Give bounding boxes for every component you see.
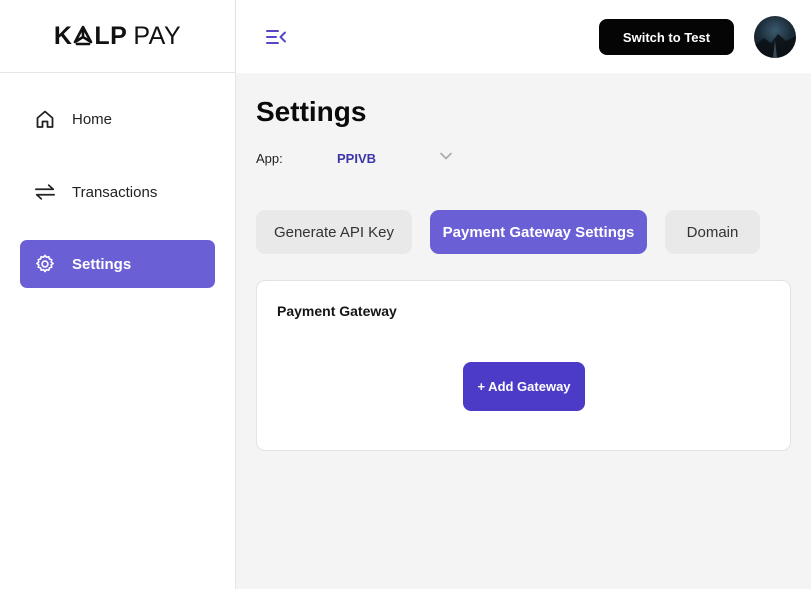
logo-letters-lp: LP [94, 21, 128, 50]
tab-generate-api-key[interactable]: Generate API Key [256, 210, 412, 254]
sidebar: K LP PAY Home Transactions Settings [0, 0, 236, 589]
app-select-value: PPIVB [337, 151, 377, 166]
sidebar-item-transactions[interactable]: Transactions [20, 168, 215, 216]
top-header: Switch to Test [236, 0, 811, 73]
sidebar-item-home[interactable]: Home [20, 95, 215, 143]
switch-to-test-button[interactable]: Switch to Test [599, 19, 734, 55]
app-label: App: [256, 151, 283, 166]
swap-arrows-icon [34, 181, 56, 203]
sidebar-nav: Home Transactions Settings [0, 73, 235, 288]
app-select[interactable]: PPIVB [337, 151, 467, 171]
chevron-down-icon [440, 152, 452, 160]
user-avatar[interactable] [754, 16, 796, 58]
menu-collapse-icon[interactable] [265, 28, 287, 46]
sidebar-item-settings[interactable]: Settings [20, 240, 215, 288]
tab-domain[interactable]: Domain [665, 210, 760, 254]
brand-logo[interactable]: K LP PAY [0, 0, 235, 73]
main-content: Settings App: PPIVB Generate API Key Pay… [236, 74, 811, 589]
logo-wordmark: K LP PAY [54, 22, 181, 51]
sidebar-item-label: Home [72, 110, 113, 128]
logo-pay: PAY [133, 21, 182, 50]
gear-icon [34, 253, 56, 275]
page-title: Settings [256, 96, 367, 127]
sidebar-item-label: Settings [72, 255, 132, 273]
home-icon [34, 108, 56, 130]
tab-payment-gateway-settings[interactable]: Payment Gateway Settings [430, 210, 647, 254]
payment-gateway-card: Payment Gateway + Add Gateway [256, 280, 791, 451]
logo-mark-icon [74, 25, 93, 46]
logo-letter-k: K [53, 21, 73, 50]
sidebar-item-label: Transactions [72, 183, 158, 201]
app-selector-row: App: PPIVB [256, 151, 452, 171]
card-title: Payment Gateway [277, 303, 397, 319]
add-gateway-button[interactable]: + Add Gateway [463, 362, 585, 411]
